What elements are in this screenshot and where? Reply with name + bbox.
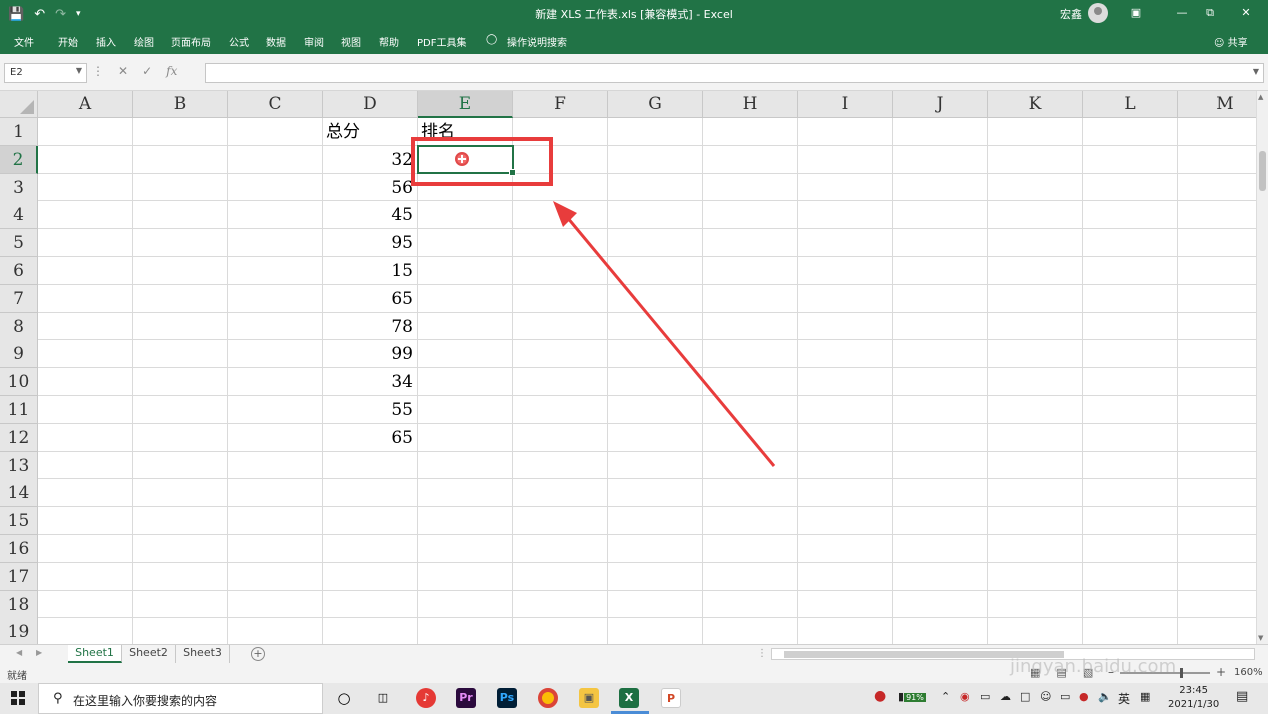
scroll-down-icon[interactable]: ▼	[1258, 634, 1263, 642]
zoom-in-icon[interactable]: +	[1216, 665, 1226, 679]
netease-music-icon[interactable]: ♪	[416, 688, 436, 708]
tab-data[interactable]: 数据	[266, 34, 286, 49]
tray-app-icon[interactable]: ●	[874, 688, 886, 704]
keyboard-icon[interactable]: ▦	[1140, 690, 1150, 703]
annotation-arrow	[553, 201, 776, 467]
tab-formulas[interactable]: 公式	[229, 34, 249, 49]
tab-help[interactable]: 帮助	[379, 34, 399, 49]
horizontal-scrollbar-thumb[interactable]	[784, 651, 1064, 658]
tab-draw[interactable]: 绘图	[134, 34, 154, 49]
windows-taskbar: ⚲ 在这里输入你要搜索的内容 ○ ◫ ♪ Pr Ps ▣ X P ● ▮ 91% …	[0, 683, 1268, 714]
sheet-tab-1[interactable]: Sheet1	[68, 645, 122, 663]
tab-insert[interactable]: 插入	[96, 34, 116, 49]
windows-start-icon[interactable]	[11, 691, 25, 705]
view-buttons: ▦ ▤ ▧	[1030, 666, 1093, 679]
cloud-icon[interactable]: ☁	[1000, 690, 1011, 703]
sheet-tab-2[interactable]: Sheet2	[122, 645, 176, 663]
minimize-icon[interactable]: —	[1172, 4, 1192, 22]
task-view-icon[interactable]: ◫	[373, 688, 393, 708]
tray-device-icon[interactable]: ▭	[980, 690, 990, 703]
taskbar-clock[interactable]: 23:45 2021/1/30	[1168, 684, 1219, 712]
battery-icon[interactable]: ▮ 91%	[898, 690, 926, 703]
more-icon: ⋮	[92, 64, 104, 78]
notification-icon[interactable]: ▤	[1236, 689, 1248, 704]
excel-window: { "titlebar": { "doc_title": "新建 XLS 工作表…	[0, 0, 1268, 714]
page-break-view-icon[interactable]: ▧	[1083, 666, 1093, 679]
cortana-icon[interactable]: ○	[334, 688, 354, 708]
sheet-tab-3[interactable]: Sheet3	[176, 645, 230, 663]
tab-review[interactable]: 审阅	[304, 34, 324, 49]
horizontal-scrollbar[interactable]	[771, 648, 1255, 660]
scrollbar-thumb[interactable]	[1259, 151, 1266, 191]
name-box[interactable]: E2 ▼	[4, 63, 87, 83]
chevron-down-icon[interactable]: ▼	[76, 66, 82, 75]
normal-view-icon[interactable]: ▦	[1030, 666, 1040, 679]
user-name[interactable]: 宏鑫	[1060, 6, 1082, 22]
tray-antivirus-icon[interactable]: ●	[1079, 690, 1089, 703]
ribbon-display-icon[interactable]: ▣	[1126, 4, 1146, 22]
zoom-out-icon[interactable]: –	[1108, 665, 1114, 679]
title-bar: 💾 ↶ ↷ ▾ 新建 XLS 工作表.xls [兼容模式] - Excel 宏鑫…	[0, 0, 1268, 28]
file-explorer-icon[interactable]: ▣	[579, 688, 599, 708]
taskbar-search-box[interactable]: ⚲ 在这里输入你要搜索的内容	[38, 683, 323, 714]
excel-taskbar-icon[interactable]: X	[619, 688, 639, 708]
next-sheet-icon[interactable]: ▶	[36, 648, 42, 657]
search-placeholder: 在这里输入你要搜索的内容	[73, 694, 218, 708]
tray-record-icon[interactable]: ◉	[960, 690, 970, 703]
status-ready: 就绪	[7, 671, 27, 682]
formula-input[interactable]: ▼	[205, 63, 1264, 83]
prev-sheet-icon[interactable]: ◀	[16, 648, 22, 657]
tell-me-search[interactable]: 操作说明搜索	[507, 34, 567, 49]
zoom-level[interactable]: 160%	[1234, 667, 1263, 678]
lightbulb-icon: ◯	[486, 34, 498, 45]
monitor-icon[interactable]: ▭	[1060, 690, 1070, 703]
show-hidden-icons[interactable]: ⌃	[941, 690, 950, 703]
worksheet-grid[interactable]: ABCDEFGHIJKLM 1 2 3 4 5 6 7 8 9 10 11 12 13 14 15 16 17 1…	[0, 91, 1256, 644]
premiere-icon[interactable]: Pr	[456, 688, 476, 708]
scroll-up-icon[interactable]: ▲	[1258, 93, 1263, 101]
tab-view[interactable]: 视图	[341, 34, 361, 49]
tab-split-handle[interactable]: ⋮	[757, 648, 767, 659]
ribbon-tabs: 文件 开始 插入 绘图 页面布局 公式 数据 审阅 视图 帮助 PDF工具集 ◯…	[0, 28, 1268, 54]
cancel-icon[interactable]: ✕	[118, 64, 128, 84]
restore-icon[interactable]: ⧉	[1200, 4, 1220, 22]
sheet-tab-bar: ◀ ▶ Sheet1 Sheet2 Sheet3 + ⋮	[0, 644, 1268, 663]
add-sheet-icon[interactable]: +	[251, 647, 265, 661]
formula-bar-buttons: ⋮ ✕ ✓ fx	[92, 64, 177, 84]
avatar[interactable]	[1088, 3, 1108, 23]
tab-file[interactable]: 文件	[14, 34, 34, 49]
tab-pdf-tools[interactable]: PDF工具集	[417, 34, 466, 49]
tab-page-layout[interactable]: 页面布局	[171, 34, 211, 49]
formula-bar: E2 ▼ ⋮ ✕ ✓ fx ▼	[0, 54, 1268, 91]
page-layout-view-icon[interactable]: ▤	[1056, 666, 1066, 679]
vertical-scrollbar[interactable]: ▲ ▼	[1256, 91, 1268, 644]
tray-person-icon[interactable]: ☺	[1040, 690, 1051, 703]
expand-formula-bar-icon[interactable]: ▼	[1253, 67, 1259, 76]
close-icon[interactable]: ✕	[1236, 4, 1256, 22]
chrome-icon[interactable]	[538, 688, 558, 708]
enter-icon[interactable]: ✓	[142, 64, 152, 84]
insert-function-icon[interactable]: fx	[166, 64, 177, 84]
share-button[interactable]: ☺ 共享	[1214, 34, 1248, 49]
ime-indicator[interactable]: 英	[1118, 690, 1130, 707]
photoshop-icon[interactable]: Ps	[497, 688, 517, 708]
tab-home[interactable]: 开始	[58, 34, 78, 49]
zoom-slider[interactable]	[1120, 668, 1210, 678]
search-icon: ⚲	[53, 691, 63, 706]
volume-icon[interactable]: 🔈	[1098, 690, 1112, 703]
status-bar: 就绪 ▦ ▤ ▧ – + 160%	[0, 663, 1268, 683]
person-icon: ☺	[1214, 38, 1225, 49]
tray-window-icon[interactable]: □	[1020, 690, 1030, 703]
powerpoint-icon[interactable]: P	[661, 688, 681, 708]
